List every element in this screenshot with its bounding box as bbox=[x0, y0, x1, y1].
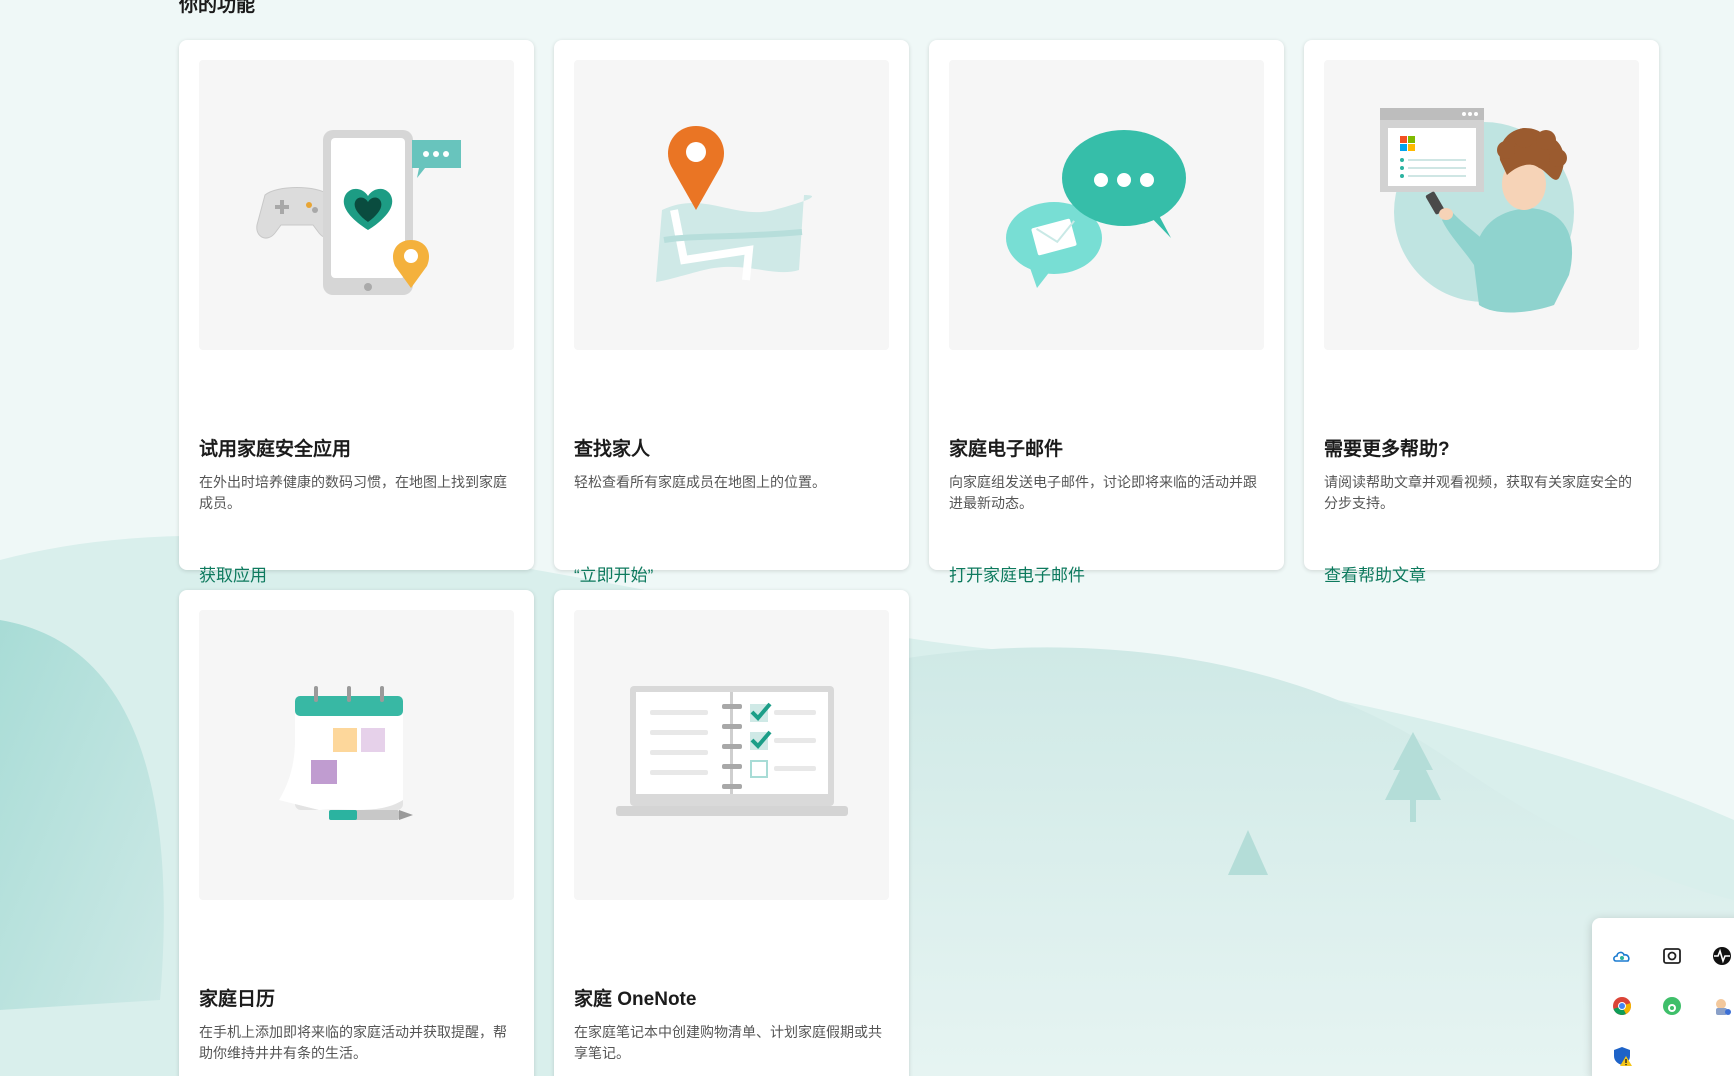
card-family-safety-app: 试用家庭安全应用 在外出时培养健康的数码习惯，在地图上找到家庭成员。 获取应用 bbox=[179, 40, 534, 585]
card-title: 试用家庭安全应用 bbox=[199, 439, 352, 460]
card-title: 查找家人 bbox=[574, 439, 651, 460]
app-avatar-icon[interactable] bbox=[1708, 992, 1734, 1020]
system-tray-overflow bbox=[1592, 918, 1734, 1076]
card-description: 在外出时培养健康的数码习惯，在地图上找到家庭成员。 bbox=[199, 474, 507, 511]
section-title: 你的功能 bbox=[179, 0, 256, 16]
screenshot-tool-icon[interactable] bbox=[1658, 942, 1686, 970]
open-family-email-link[interactable]: 打开家庭电子邮件 bbox=[949, 561, 1085, 586]
phone-heart-gamepad-icon bbox=[199, 60, 514, 350]
activity-monitor-icon[interactable] bbox=[1708, 942, 1734, 970]
view-help-articles-link[interactable]: 查看帮助文章 bbox=[1324, 561, 1426, 586]
card-family-calendar: 家庭日历 在手机上添加即将来临的家庭活动并获取提醒，帮助你维持井井有条的生活。 bbox=[179, 590, 534, 1076]
get-app-link[interactable]: 获取应用 bbox=[199, 561, 267, 586]
person-help-icon bbox=[1324, 60, 1639, 350]
card-title: 需要更多帮助? bbox=[1324, 439, 1450, 460]
network-globe-icon[interactable] bbox=[1658, 992, 1686, 1020]
card-description: 在手机上添加即将来临的家庭活动并获取提醒，帮助你维持井井有条的生活。 bbox=[199, 1024, 507, 1061]
card-title: 家庭 OneNote bbox=[574, 989, 697, 1010]
card-description: 向家庭组发送电子邮件，讨论即将来临的活动并跟进最新动态。 bbox=[949, 474, 1257, 511]
card-description: 轻松查看所有家庭成员在地图上的位置。 bbox=[574, 474, 826, 490]
chat-mail-icon bbox=[949, 60, 1264, 350]
card-description: 在家庭笔记本中创建购物清单、计划家庭假期或共享笔记。 bbox=[574, 1024, 882, 1061]
card-family-onenote: 家庭 OneNote 在家庭笔记本中创建购物清单、计划家庭假期或共享笔记。 bbox=[554, 590, 909, 1076]
map-pin-icon bbox=[574, 60, 889, 350]
card-family-email: 家庭电子邮件 向家庭组发送电子邮件，讨论即将来临的活动并跟进最新动态。 打开家庭… bbox=[929, 40, 1284, 585]
card-find-family: 查找家人 轻松查看所有家庭成员在地图上的位置。 “立即开始” bbox=[554, 40, 909, 585]
security-shield-warning-icon[interactable] bbox=[1608, 1042, 1636, 1070]
card-description: 请阅读帮助文章并观看视频，获取有关家庭安全的分步支持。 bbox=[1324, 474, 1632, 511]
card-title: 家庭电子邮件 bbox=[949, 439, 1064, 460]
chrome-icon[interactable] bbox=[1608, 992, 1636, 1020]
onedrive-icon[interactable] bbox=[1608, 942, 1636, 970]
card-more-help: 需要更多帮助? 请阅读帮助文章并观看视频，获取有关家庭安全的分步支持。 查看帮助… bbox=[1304, 40, 1659, 585]
calendar-icon bbox=[199, 610, 514, 900]
notebook-checklist-icon bbox=[574, 610, 889, 900]
get-started-link[interactable]: “立即开始” bbox=[574, 561, 653, 586]
card-title: 家庭日历 bbox=[199, 989, 276, 1010]
